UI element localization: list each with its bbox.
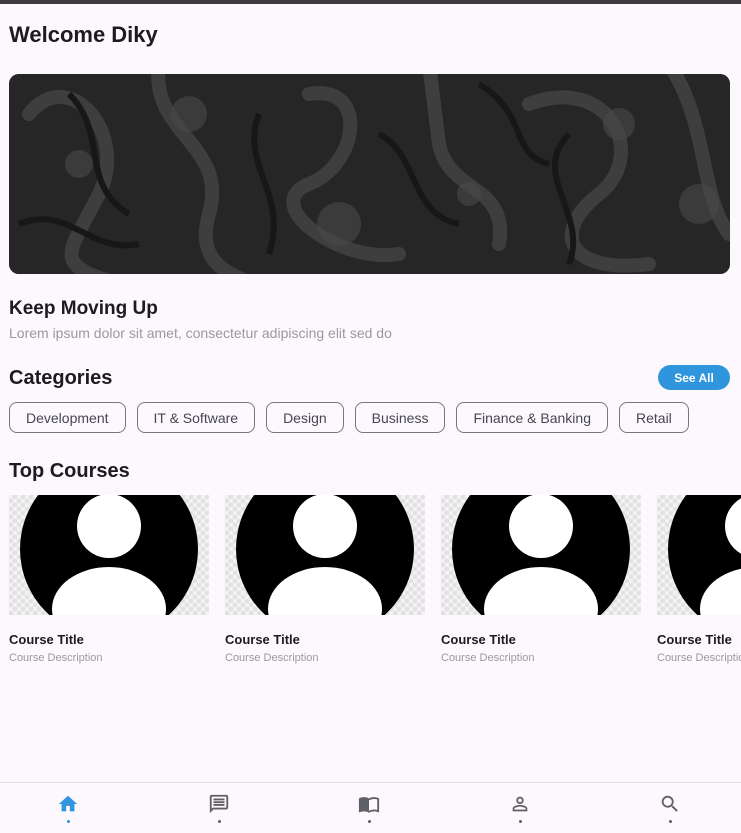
- search-icon: [661, 795, 678, 812]
- course-card[interactable]: Course Title Course Description: [657, 495, 741, 664]
- category-chip-design[interactable]: Design: [266, 402, 344, 433]
- nav-indicator: [668, 820, 672, 823]
- top-courses-heading: Top Courses: [9, 460, 130, 482]
- category-chip-retail[interactable]: Retail: [619, 402, 689, 433]
- book-icon: [358, 797, 380, 813]
- course-thumbnail: [441, 495, 641, 615]
- course-description: Course Description: [441, 652, 535, 664]
- nav-courses[interactable]: [339, 783, 399, 833]
- nav-messages[interactable]: [189, 783, 249, 833]
- course-title: Course Title: [657, 632, 732, 647]
- course-thumbnail: [9, 495, 209, 615]
- course-description: Course Description: [9, 652, 103, 664]
- top-divider: [0, 0, 741, 4]
- nav-indicator: [367, 820, 371, 823]
- course-title: Course Title: [441, 632, 516, 647]
- person-icon: [512, 796, 528, 812]
- course-description: Course Description: [657, 652, 741, 664]
- course-card[interactable]: Course Title Course Description: [225, 495, 425, 664]
- category-chips: Development IT & Software Design Busines…: [9, 402, 689, 433]
- hero-title: Keep Moving Up: [9, 298, 158, 319]
- see-all-button[interactable]: See All: [658, 365, 730, 390]
- home-icon: [58, 795, 78, 812]
- hero-banner-image: [9, 74, 730, 274]
- bottom-navigation-bar: [0, 782, 741, 833]
- nav-indicator: [518, 820, 522, 823]
- category-chip-business[interactable]: Business: [354, 402, 446, 433]
- avatar-placeholder-icon: [236, 495, 414, 615]
- nav-profile[interactable]: [490, 783, 550, 833]
- course-card[interactable]: Course Title Course Description: [441, 495, 641, 664]
- active-indicator: [66, 820, 70, 823]
- nav-search[interactable]: [640, 783, 700, 833]
- welcome-heading: Welcome Diky: [9, 22, 158, 47]
- course-thumbnail: [225, 495, 425, 615]
- nav-indicator: [217, 820, 221, 823]
- avatar-placeholder-icon: [668, 495, 741, 615]
- course-card[interactable]: Course Title Course Description: [9, 495, 209, 664]
- nav-home[interactable]: [38, 783, 98, 833]
- avatar-placeholder-icon: [20, 495, 198, 615]
- courses-carousel[interactable]: Course Title Course Description Course T…: [9, 495, 741, 665]
- course-description: Course Description: [225, 652, 319, 664]
- category-chip-development[interactable]: Development: [9, 402, 126, 433]
- chat-icon: [209, 794, 229, 814]
- course-thumbnail: [657, 495, 741, 615]
- avatar-placeholder-icon: [452, 495, 630, 615]
- category-chip-finance-banking[interactable]: Finance & Banking: [456, 402, 608, 433]
- hero-subtitle: Lorem ipsum dolor sit amet, consectetur …: [9, 325, 392, 341]
- course-title: Course Title: [9, 632, 84, 647]
- categories-heading: Categories: [9, 367, 113, 389]
- category-chip-it-software[interactable]: IT & Software: [136, 402, 256, 433]
- course-title: Course Title: [225, 632, 300, 647]
